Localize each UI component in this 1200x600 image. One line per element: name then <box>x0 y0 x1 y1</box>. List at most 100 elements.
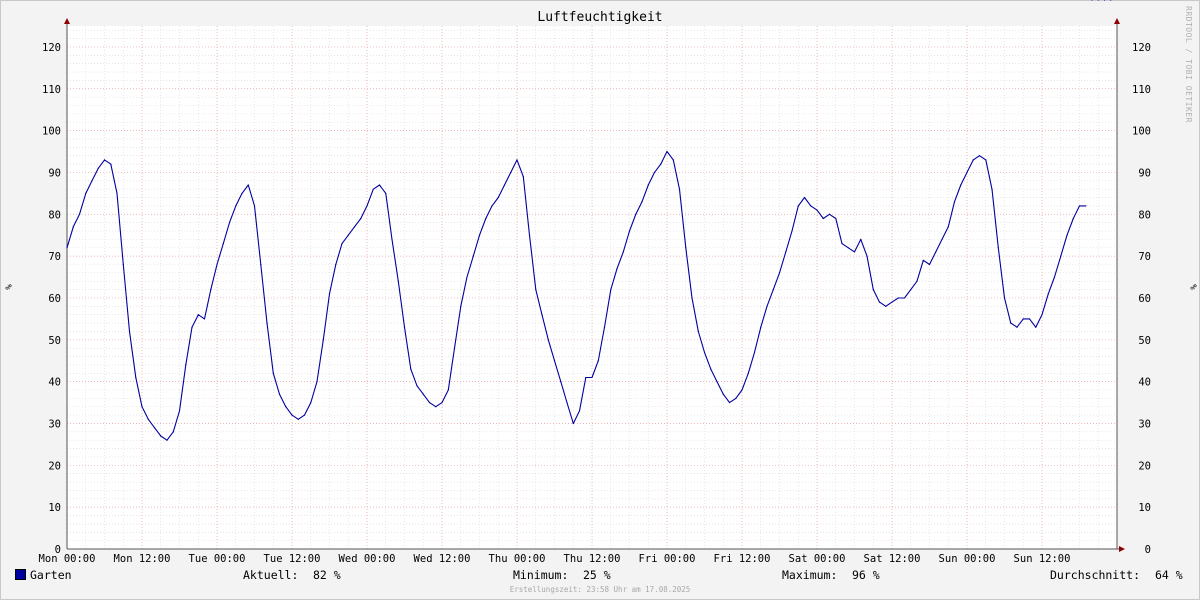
data-point <box>260 263 262 266</box>
data-point <box>478 234 481 236</box>
data-point <box>910 288 912 291</box>
data-point <box>1053 276 1056 278</box>
stat-aktuell-label: Aktuell: <box>243 568 299 582</box>
data-point <box>747 372 749 374</box>
data-point <box>210 288 212 291</box>
data-point <box>185 364 187 366</box>
data-point <box>566 401 568 404</box>
data-point <box>1103 0 1106 1</box>
y-tick-label-right: 110 <box>1132 84 1151 96</box>
data-point <box>91 180 93 182</box>
y-tick-label-right: 30 <box>1138 418 1151 430</box>
legend-row: Garten Aktuell: 82 % Minimum: 25 % Maxim… <box>0 568 1200 584</box>
stat-aktuell-value: 82 % <box>313 568 341 582</box>
data-point <box>753 351 756 353</box>
data-point <box>266 322 268 324</box>
data-point <box>878 301 881 303</box>
data-point <box>822 217 824 220</box>
data-point <box>460 305 462 307</box>
data-point <box>885 305 887 307</box>
data-point <box>547 339 549 341</box>
data-point <box>941 238 943 240</box>
data-point <box>128 330 131 333</box>
y-tick-label-left: 110 <box>42 84 61 96</box>
data-point <box>341 242 343 245</box>
data-point <box>153 427 156 429</box>
data-point <box>966 171 968 174</box>
data-point <box>191 326 193 328</box>
data-point <box>635 213 637 215</box>
data-point <box>203 318 206 320</box>
data-point <box>228 222 231 224</box>
y-tick-label-right: 40 <box>1138 377 1151 389</box>
data-point <box>828 213 831 215</box>
stat-maximum-label: Maximum: <box>782 568 838 582</box>
data-point <box>285 406 287 408</box>
data-point <box>953 201 956 203</box>
data-point <box>903 297 906 299</box>
y-tick-label-right: 90 <box>1138 167 1151 179</box>
data-point <box>666 150 668 153</box>
data-point <box>1078 205 1081 207</box>
data-point <box>1016 326 1018 328</box>
data-point <box>816 209 818 211</box>
data-point <box>447 389 449 391</box>
data-point <box>310 401 312 404</box>
data-point <box>928 263 931 266</box>
x-tick-label: Thu 12:00 <box>564 553 621 565</box>
data-point <box>1047 293 1049 295</box>
y-axis-arrow-right <box>1114 18 1120 24</box>
data-point <box>935 251 937 253</box>
data-point <box>710 368 712 370</box>
data-point <box>297 418 299 420</box>
data-point <box>166 439 168 441</box>
data-point <box>1028 318 1031 320</box>
data-point <box>103 159 106 161</box>
y-tick-label-left: 90 <box>48 167 61 179</box>
stat-minimum-value: 25 % <box>583 568 611 582</box>
x-tick-label: Mon 00:00 <box>39 553 96 565</box>
data-point <box>110 163 112 165</box>
data-point <box>172 431 174 433</box>
data-point <box>403 326 406 328</box>
stat-maximum-value: 96 % <box>852 568 880 582</box>
data-point <box>797 205 799 207</box>
y-tick-label-left: 70 <box>48 251 61 263</box>
data-point <box>1022 318 1024 320</box>
data-point <box>1085 205 1087 207</box>
data-point <box>485 217 487 220</box>
y-tick-label-right: 50 <box>1138 335 1151 347</box>
y-tick-label-right: 100 <box>1132 126 1151 138</box>
y-tick-label-left: 100 <box>42 126 61 138</box>
y-axis-arrow-left <box>64 18 70 24</box>
data-point <box>603 326 606 328</box>
y-tick-label-right: 20 <box>1138 460 1151 472</box>
y-tick-label-left: 120 <box>42 42 61 54</box>
data-point <box>328 293 331 295</box>
x-tick-label: Sun 00:00 <box>939 553 996 565</box>
data-point <box>972 159 974 161</box>
data-point <box>216 263 218 266</box>
data-point <box>772 288 774 291</box>
data-point <box>366 205 368 207</box>
data-point <box>722 393 724 395</box>
data-point <box>1035 326 1037 328</box>
data-point <box>347 234 349 236</box>
data-point <box>678 188 681 190</box>
data-point <box>1066 234 1068 236</box>
data-point <box>122 263 124 266</box>
y-tick-label-left: 20 <box>48 460 61 472</box>
data-point <box>253 205 256 207</box>
data-point <box>135 376 137 379</box>
y-tick-label-right: 60 <box>1138 293 1151 305</box>
data-point <box>541 314 543 316</box>
data-point <box>303 414 306 416</box>
y-tick-label-left: 40 <box>48 377 61 389</box>
data-point <box>628 230 631 232</box>
data-point <box>241 192 243 194</box>
data-point <box>591 376 593 379</box>
data-point <box>728 401 731 404</box>
data-point <box>553 360 556 362</box>
data-point <box>985 159 987 161</box>
data-point <box>397 280 399 282</box>
